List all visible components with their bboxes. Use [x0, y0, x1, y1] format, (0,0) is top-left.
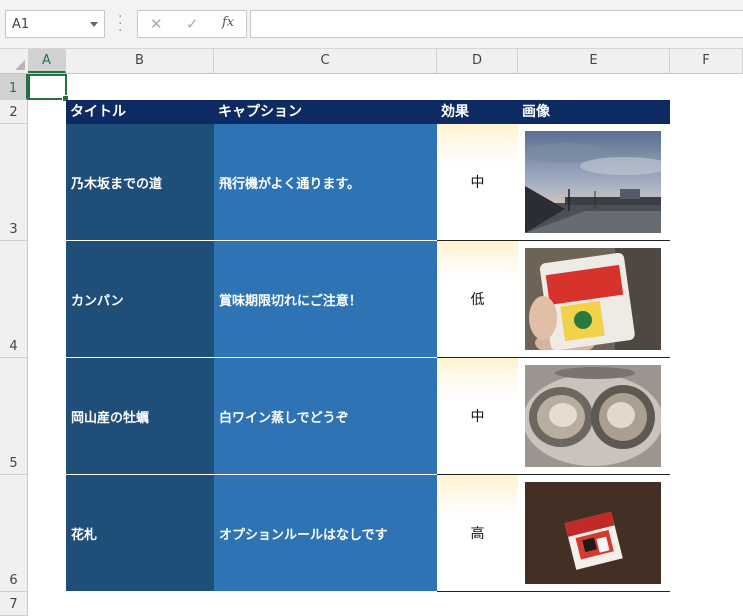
title-cell[interactable]: 岡山産の牡蠣 — [66, 358, 214, 475]
caption-cell[interactable]: オプションルールはなしです — [214, 475, 437, 592]
header-effect[interactable]: 効果 — [437, 100, 518, 124]
hanafuda-box-photo[interactable] — [525, 482, 661, 584]
row-header-2[interactable]: 2 — [0, 100, 28, 124]
selected-cell-a1[interactable] — [28, 74, 69, 102]
header-title[interactable]: タイトル — [66, 100, 214, 124]
row-header-5[interactable]: 5 — [0, 358, 28, 475]
chevron-down-icon[interactable] — [90, 22, 98, 27]
title-cell[interactable]: 乃木坂までの道 — [66, 124, 214, 241]
title-cell[interactable]: カンパン — [66, 241, 214, 358]
kanpan-can-photo[interactable] — [525, 248, 661, 350]
more-options-icon[interactable]: · · · — [118, 10, 122, 38]
column-header-b[interactable]: B — [66, 49, 214, 73]
column-header-e[interactable]: E — [518, 49, 670, 73]
caption-cell[interactable]: 賞味期限切れにご注意！ — [214, 241, 437, 358]
title-cell[interactable]: 花札 — [66, 475, 214, 592]
column-header-d[interactable]: D — [437, 49, 518, 73]
select-all-button[interactable] — [0, 49, 29, 73]
row-header-4[interactable]: 4 — [0, 241, 28, 358]
row-header-3[interactable]: 3 — [0, 124, 28, 241]
row-header-1[interactable]: 1 — [0, 74, 28, 100]
column-header-f[interactable]: F — [670, 49, 743, 73]
oyster-photo[interactable] — [525, 365, 661, 467]
effect-cell[interactable]: 中 — [437, 124, 518, 241]
row-header-7[interactable]: 7 — [0, 592, 28, 616]
column-header-c[interactable]: C — [214, 49, 437, 73]
column-header-bar: A B C D E F — [0, 49, 743, 74]
effect-cell[interactable]: 高 — [437, 475, 518, 592]
effect-cell[interactable]: 低 — [437, 241, 518, 358]
insert-function-icon[interactable]: fx — [222, 15, 234, 30]
name-box[interactable]: A1 — [5, 10, 105, 38]
row-header-6[interactable]: 6 — [0, 475, 28, 592]
column-header-a[interactable]: A — [28, 49, 66, 73]
header-image[interactable]: 画像 — [518, 100, 670, 124]
enter-icon[interactable]: ✓ — [186, 15, 199, 33]
caption-cell[interactable]: 飛行機がよく通ります。 — [214, 124, 437, 241]
formula-bar: A1 · · · ✕ ✓ fx — [0, 0, 743, 49]
cancel-icon[interactable]: ✕ — [150, 15, 163, 33]
caption-cell[interactable]: 白ワイン蒸しでどうぞ — [214, 358, 437, 475]
effect-cell[interactable]: 中 — [437, 358, 518, 475]
header-caption[interactable]: キャプション — [214, 100, 437, 124]
road-photo[interactable] — [525, 131, 661, 233]
formula-input[interactable] — [250, 10, 743, 38]
formula-buttons: ✕ ✓ fx — [137, 10, 247, 38]
name-box-value: A1 — [12, 17, 30, 32]
